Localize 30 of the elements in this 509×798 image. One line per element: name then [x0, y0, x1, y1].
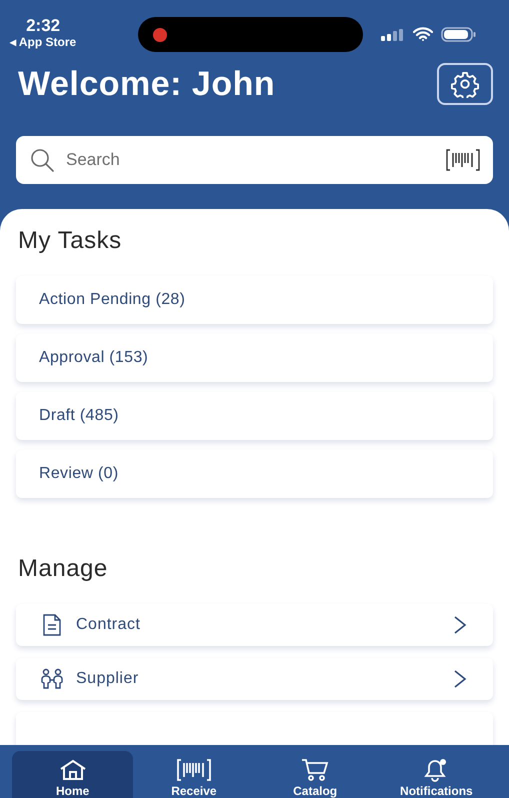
tab-button[interactable]: Home [12, 751, 134, 798]
task-item[interactable]: Action Pending (28) [16, 276, 493, 324]
chevron-right-icon [453, 669, 467, 689]
barcode-icon [176, 759, 211, 781]
settings-icon [451, 70, 479, 98]
document-icon [41, 614, 63, 636]
section-heading: My Tasks [17, 226, 123, 256]
wifi-icon [413, 27, 433, 41]
chevron-right-icon [453, 615, 467, 635]
status-time: 2:32 [26, 17, 60, 35]
signal-icon [381, 29, 405, 41]
home-icon [58, 759, 87, 781]
task-item[interactable]: Approval (153) [16, 334, 493, 382]
search-icon [29, 147, 55, 173]
welcome-title: Welcome: John [18, 64, 276, 104]
tab-button[interactable]: Receive [133, 751, 254, 798]
search-field[interactable]: Search [16, 136, 493, 184]
section-heading: Manage [17, 554, 109, 584]
back-link[interactable]: ◂ App Store [10, 35, 76, 49]
task-item[interactable]: Review (0) [16, 450, 493, 498]
tab-button[interactable]: Notifications [376, 751, 497, 798]
people-icon [40, 668, 64, 690]
menu-item[interactable]: Contract [16, 604, 493, 646]
barcode-scan-icon[interactable] [446, 149, 480, 171]
battery-icon [441, 27, 477, 42]
cart-icon [301, 758, 330, 782]
tab-button[interactable]: Catalog [254, 751, 376, 798]
settings-button[interactable] [437, 63, 493, 105]
task-item[interactable]: Draft (485) [16, 392, 493, 440]
menu-item[interactable]: Supplier [16, 658, 493, 700]
